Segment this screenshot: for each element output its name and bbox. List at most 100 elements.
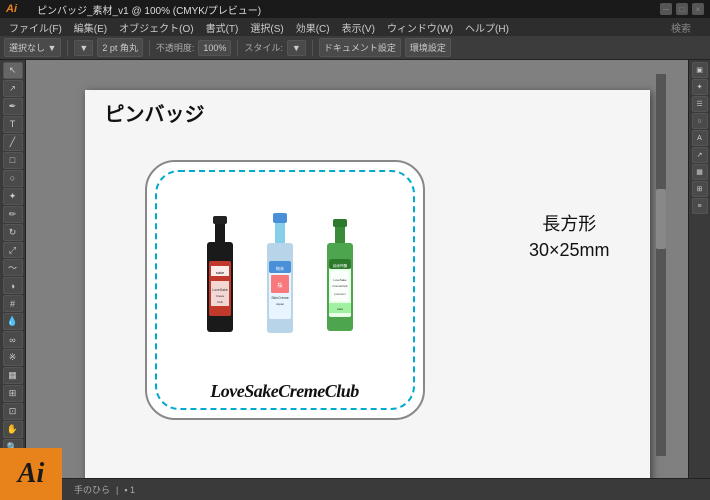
bottom-bar: 手のひら | ▪ 1 bbox=[0, 478, 710, 500]
menu-window[interactable]: ウィンドウ(W) bbox=[382, 20, 458, 35]
svg-text:LoveSake: LoveSake bbox=[333, 278, 347, 282]
gradient-tool[interactable]: ◑ bbox=[3, 277, 23, 294]
dimension-shape: 長方形 bbox=[529, 210, 610, 236]
artboard-info: ▪ 1 bbox=[124, 485, 135, 495]
opacity-value[interactable]: 100% bbox=[198, 40, 231, 56]
bottle-center: 純米 桜 SkinCreme Japan bbox=[267, 213, 293, 333]
svg-text:Japan: Japan bbox=[275, 302, 284, 306]
doc-settings-button[interactable]: ドキュメント設定 bbox=[319, 38, 401, 57]
blend-tool[interactable]: ∞ bbox=[3, 331, 23, 348]
pin-badge: sake LoveSake Creме Club bbox=[145, 160, 425, 420]
type-tool[interactable]: T bbox=[3, 116, 23, 133]
bottle-right: 純米吟醸 LoveSake CremeClub premium sake bbox=[327, 219, 353, 331]
search-bar[interactable]: 検索 bbox=[646, 20, 706, 35]
dimension-area: 長方形 30×25mm bbox=[529, 210, 610, 261]
panel-icon-4[interactable]: ○ bbox=[692, 113, 708, 129]
rect-tool[interactable]: □ bbox=[3, 152, 23, 169]
slice-tool[interactable]: ⊡ bbox=[3, 403, 23, 420]
select-tool[interactable]: ↖ bbox=[3, 62, 23, 79]
selection-dropdown[interactable]: 選択なし ▼ bbox=[4, 38, 61, 57]
bottles-illustration: sake LoveSake Creме Club bbox=[185, 211, 385, 371]
brush-tool[interactable]: ✦ bbox=[3, 188, 23, 205]
line-tool[interactable]: ╱ bbox=[3, 134, 23, 151]
main-toolbar: 選択なし ▼ ▼ 2 pt 角丸 不透明度: 100% スタイル: ▼ ドキュメ… bbox=[0, 36, 710, 60]
canvas-area: ピンバッジ bbox=[26, 60, 688, 478]
left-toolbar: ↖ ↗ ✒ T ╱ □ ○ ✦ ✏ ↻ ⤢ 〜 ◑ # 💧 ∞ ※ ▦ ⊞ ⊡ … bbox=[0, 60, 26, 478]
opacity-label: 不透明度: bbox=[156, 41, 195, 54]
bottom-sep: | bbox=[116, 485, 118, 495]
window-controls: ─ □ × bbox=[660, 3, 704, 15]
mesh-tool[interactable]: # bbox=[3, 295, 23, 312]
toolbar-separator4 bbox=[312, 40, 313, 56]
direct-select-tool[interactable]: ↗ bbox=[3, 80, 23, 97]
menu-object[interactable]: オブジェクト(O) bbox=[114, 20, 198, 35]
toolbar-separator bbox=[67, 40, 68, 56]
artboard-tool[interactable]: ⊞ bbox=[3, 385, 23, 402]
style-label: スタイル: bbox=[244, 41, 283, 54]
maximize-button[interactable]: □ bbox=[676, 3, 688, 15]
svg-text:純米吟醸: 純米吟醸 bbox=[333, 263, 347, 268]
minimize-button[interactable]: ─ bbox=[660, 3, 672, 15]
app-icon: Ai bbox=[6, 3, 17, 15]
svg-text:SkinCreme: SkinCreme bbox=[271, 296, 288, 300]
badge-brand-text: LoveSakeCremeClub bbox=[210, 381, 358, 402]
artboard-container: ピンバッジ bbox=[85, 90, 650, 478]
svg-text:桜: 桜 bbox=[277, 282, 282, 289]
main-area: ↖ ↗ ✒ T ╱ □ ○ ✦ ✏ ↻ ⤢ 〜 ◑ # 💧 ∞ ※ ▦ ⊞ ⊡ … bbox=[0, 60, 710, 478]
panel-icon-5[interactable]: A bbox=[692, 130, 708, 146]
toolbar-separator2 bbox=[149, 40, 150, 56]
stroke-weight[interactable]: ▼ bbox=[74, 40, 93, 56]
title-bar: Ai ピンバッジ_素材_v1 @ 100% (CMYK/プレビュー) ─ □ × bbox=[0, 0, 710, 18]
ai-logo: Ai bbox=[0, 448, 62, 500]
svg-text:sake: sake bbox=[336, 307, 343, 311]
menu-format[interactable]: 書式(T) bbox=[201, 20, 244, 35]
bottles-area: sake LoveSake Creме Club bbox=[185, 211, 385, 371]
symbol-tool[interactable]: ※ bbox=[3, 349, 23, 366]
page-title: ピンバッジ bbox=[105, 104, 205, 126]
artboard: ピンバッジ bbox=[85, 90, 650, 478]
pen-tool[interactable]: ✒ bbox=[3, 98, 23, 115]
dimension-size: 30×25mm bbox=[529, 240, 610, 261]
toolbar-separator3 bbox=[237, 40, 238, 56]
column-graph-tool[interactable]: ▦ bbox=[3, 367, 23, 384]
title-text: ピンバッジ_素材_v1 @ 100% (CMYK/プレビュー) bbox=[37, 2, 261, 17]
panel-icon-6[interactable]: ↗ bbox=[692, 147, 708, 163]
menu-view[interactable]: 表示(V) bbox=[337, 20, 380, 35]
ai-logo-text: Ai bbox=[18, 458, 44, 490]
style-dropdown[interactable]: ▼ bbox=[287, 40, 306, 56]
ellipse-tool[interactable]: ○ bbox=[3, 170, 23, 187]
menu-bar: ファイル(F) 編集(E) オブジェクト(O) 書式(T) 選択(S) 効果(C… bbox=[0, 18, 710, 36]
scale-tool[interactable]: ⤢ bbox=[3, 242, 23, 259]
close-button[interactable]: × bbox=[692, 3, 704, 15]
svg-text:Creме: Creме bbox=[215, 294, 224, 298]
svg-text:CremeClub: CremeClub bbox=[332, 284, 348, 288]
svg-text:Club: Club bbox=[216, 300, 223, 304]
pencil-tool[interactable]: ✏ bbox=[3, 206, 23, 223]
panel-icon-7[interactable]: ▦ bbox=[692, 164, 708, 180]
svg-text:純米: 純米 bbox=[276, 265, 284, 271]
panel-icon-1[interactable]: ▣ bbox=[692, 62, 708, 78]
page-title-area: ピンバッジ bbox=[105, 98, 205, 127]
prefs-button[interactable]: 環境設定 bbox=[405, 38, 451, 57]
panel-icon-9[interactable]: ≡ bbox=[692, 198, 708, 214]
hand-tool[interactable]: ✋ bbox=[3, 421, 23, 438]
panel-icon-2[interactable]: ✦ bbox=[692, 79, 708, 95]
scrollbar-thumb-v[interactable] bbox=[656, 189, 666, 249]
right-panel: ▣ ✦ ☰ ○ A ↗ ▦ ⊞ ≡ bbox=[688, 60, 710, 478]
svg-text:sake: sake bbox=[215, 270, 224, 275]
menu-effect[interactable]: 効果(C) bbox=[291, 20, 335, 35]
eyedropper-tool[interactable]: 💧 bbox=[3, 313, 23, 330]
panel-icon-8[interactable]: ⊞ bbox=[692, 181, 708, 197]
rotate-tool[interactable]: ↻ bbox=[3, 224, 23, 241]
svg-text:premium: premium bbox=[334, 292, 346, 296]
menu-select[interactable]: 選択(S) bbox=[245, 20, 288, 35]
panel-icon-3[interactable]: ☰ bbox=[692, 96, 708, 112]
menu-edit[interactable]: 編集(E) bbox=[69, 20, 112, 35]
stroke-size[interactable]: 2 pt 角丸 bbox=[97, 38, 143, 57]
menu-help[interactable]: ヘルプ(H) bbox=[460, 20, 514, 35]
vertical-scrollbar[interactable] bbox=[656, 74, 666, 456]
tool-label: 手のひら bbox=[74, 483, 110, 496]
warp-tool[interactable]: 〜 bbox=[3, 259, 23, 276]
badge-wrapper: sake LoveSake Creме Club bbox=[135, 140, 435, 440]
menu-file[interactable]: ファイル(F) bbox=[4, 20, 67, 35]
